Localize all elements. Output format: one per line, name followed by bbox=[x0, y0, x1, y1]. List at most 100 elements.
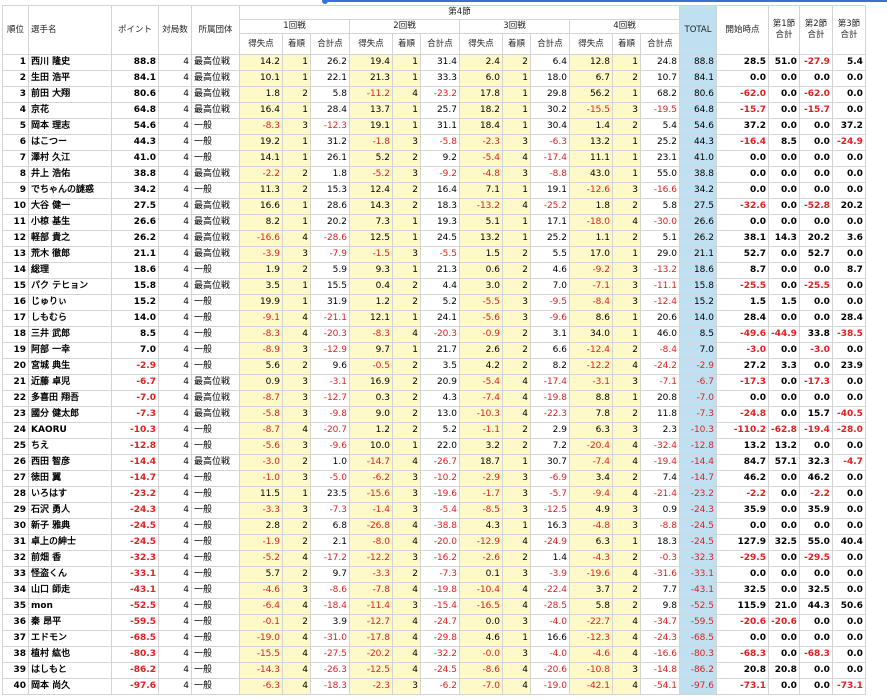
cell-sec1-total[interactable]: 21.0 bbox=[768, 598, 800, 615]
cell-group[interactable]: 一般 bbox=[191, 310, 240, 327]
cell-total[interactable]: -52.5 bbox=[679, 598, 717, 615]
cell-player-name[interactable]: 多喜田 翔吾 bbox=[28, 390, 112, 407]
cell-r2-score[interactable]: -20.2 bbox=[349, 646, 393, 663]
cell-r2-score[interactable]: 0.4 bbox=[349, 278, 393, 295]
cell-rank[interactable]: 21 bbox=[2, 374, 29, 391]
cell-r2-total[interactable]: 18.3 bbox=[420, 198, 460, 215]
cell-sec1-total[interactable]: 0.0 bbox=[768, 486, 800, 503]
col-name[interactable]: 選手名 bbox=[28, 5, 112, 55]
cell-player-name[interactable]: 近藤 卓児 bbox=[28, 374, 112, 391]
cell-total[interactable]: -12.8 bbox=[679, 438, 717, 455]
cell-rank[interactable]: 17 bbox=[2, 310, 29, 327]
cell-player-name[interactable]: 卓上の紳士 bbox=[28, 534, 112, 551]
cell-r3-total[interactable]: 2.9 bbox=[530, 422, 570, 439]
cell-r2-score[interactable]: 19.1 bbox=[349, 118, 393, 135]
sub-total[interactable]: 合計点 bbox=[530, 33, 570, 55]
sub-place[interactable]: 着順 bbox=[612, 33, 641, 55]
cell-total[interactable]: 64.8 bbox=[679, 102, 717, 119]
cell-r1-total[interactable]: 31.2 bbox=[310, 134, 350, 151]
cell-r3-place[interactable]: 4 bbox=[502, 534, 531, 551]
sub-score[interactable]: 得失点 bbox=[239, 33, 283, 55]
cell-sec1-total[interactable]: 13.2 bbox=[768, 438, 800, 455]
cell-r2-place[interactable]: 3 bbox=[392, 134, 421, 151]
cell-rank[interactable]: 15 bbox=[2, 278, 29, 295]
cell-r2-total[interactable]: 9.2 bbox=[420, 150, 460, 167]
section-header[interactable]: 第4節 bbox=[239, 5, 680, 20]
cell-start-point[interactable]: 127.9 bbox=[716, 534, 769, 551]
cell-sec2-total[interactable]: 0.0 bbox=[798, 166, 833, 183]
sub-score[interactable]: 得失点 bbox=[569, 33, 613, 55]
cell-r3-total[interactable]: -9.6 bbox=[530, 310, 570, 327]
cell-r1-score[interactable]: -4.6 bbox=[239, 582, 283, 599]
cell-r3-total[interactable]: 1.4 bbox=[530, 550, 570, 567]
cell-r3-total[interactable]: 29.8 bbox=[530, 86, 570, 103]
cell-r1-total[interactable]: -27.5 bbox=[310, 646, 350, 663]
cell-r2-place[interactable]: 1 bbox=[392, 438, 421, 455]
cell-total[interactable]: -14.4 bbox=[679, 454, 717, 471]
cell-r2-place[interactable]: 3 bbox=[392, 470, 421, 487]
cell-match-count[interactable]: 4 bbox=[158, 454, 192, 471]
cell-group[interactable]: 最高位戦 bbox=[191, 86, 240, 103]
cell-match-count[interactable]: 4 bbox=[158, 614, 192, 631]
cell-points[interactable]: 54.6 bbox=[111, 118, 159, 135]
cell-sec3-total[interactable]: 0.0 bbox=[831, 470, 866, 487]
cell-r4-score[interactable]: 8.6 bbox=[569, 310, 613, 327]
cell-r2-total[interactable]: -15.4 bbox=[420, 598, 460, 615]
cell-r4-score[interactable]: -4.6 bbox=[569, 646, 613, 663]
cell-r4-score[interactable]: 1.1 bbox=[569, 230, 613, 247]
cell-r4-score[interactable]: -3.1 bbox=[569, 374, 613, 391]
cell-total[interactable]: 88.8 bbox=[679, 54, 717, 71]
cell-points[interactable]: 15.2 bbox=[111, 294, 159, 311]
cell-sec3-total[interactable]: 3.6 bbox=[831, 230, 866, 247]
cell-r1-total[interactable]: -8.6 bbox=[310, 582, 350, 599]
cell-start-point[interactable]: -20.6 bbox=[716, 614, 769, 631]
cell-r2-score[interactable]: -8.3 bbox=[349, 326, 393, 343]
cell-r2-place[interactable]: 2 bbox=[392, 294, 421, 311]
cell-player-name[interactable]: 井上 浩佑 bbox=[28, 166, 112, 183]
cell-r2-total[interactable]: -23.2 bbox=[420, 86, 460, 103]
cell-r3-total[interactable]: -12.5 bbox=[530, 502, 570, 519]
cell-r1-place[interactable]: 3 bbox=[282, 390, 311, 407]
cell-r2-score[interactable]: 1.2 bbox=[349, 294, 393, 311]
cell-r2-place[interactable]: 3 bbox=[392, 502, 421, 519]
cell-r4-score[interactable]: -9.4 bbox=[569, 486, 613, 503]
cell-r2-place[interactable]: 1 bbox=[392, 230, 421, 247]
cell-r2-score[interactable]: -12.7 bbox=[349, 614, 393, 631]
cell-match-count[interactable]: 4 bbox=[158, 502, 192, 519]
cell-start-point[interactable]: 37.2 bbox=[716, 118, 769, 135]
cell-start-point[interactable]: -24.8 bbox=[716, 406, 769, 423]
cell-group[interactable]: 最高位戦 bbox=[191, 70, 240, 87]
cell-start-point[interactable]: -62.0 bbox=[716, 86, 769, 103]
cell-r4-total[interactable]: 46.0 bbox=[640, 326, 680, 343]
cell-r3-total[interactable]: 4.6 bbox=[530, 262, 570, 279]
cell-r1-score[interactable]: -3.3 bbox=[239, 502, 283, 519]
cell-r3-score[interactable]: -8.5 bbox=[459, 502, 503, 519]
cell-group[interactable]: 一般 bbox=[191, 630, 240, 647]
cell-match-count[interactable]: 4 bbox=[158, 326, 192, 343]
cell-r4-score[interactable]: -18.0 bbox=[569, 214, 613, 231]
cell-r1-score[interactable]: 1.8 bbox=[239, 86, 283, 103]
cell-r2-place[interactable]: 1 bbox=[392, 342, 421, 359]
cell-r1-place[interactable]: 4 bbox=[282, 646, 311, 663]
cell-r4-total[interactable]: 2.3 bbox=[640, 422, 680, 439]
cell-r2-total[interactable]: 5.2 bbox=[420, 294, 460, 311]
cell-total[interactable]: -24.5 bbox=[679, 518, 717, 535]
cell-r1-score[interactable]: -3.0 bbox=[239, 454, 283, 471]
cell-r3-total[interactable]: 6.4 bbox=[530, 54, 570, 71]
cell-rank[interactable]: 18 bbox=[2, 326, 29, 343]
cell-r1-place[interactable]: 4 bbox=[282, 422, 311, 439]
cell-sec2-total[interactable]: 0.0 bbox=[798, 214, 833, 231]
cell-r3-total[interactable]: -4.0 bbox=[530, 646, 570, 663]
cell-r3-total[interactable]: -20.6 bbox=[530, 662, 570, 679]
cell-r2-total[interactable]: 21.7 bbox=[420, 342, 460, 359]
cell-rank[interactable]: 20 bbox=[2, 358, 29, 375]
cell-group[interactable]: 一般 bbox=[191, 294, 240, 311]
cell-r4-place[interactable]: 1 bbox=[612, 246, 641, 263]
cell-r1-place[interactable]: 4 bbox=[282, 662, 311, 679]
cell-sec3-total[interactable]: 23.9 bbox=[831, 358, 866, 375]
cell-sec3-total[interactable]: 0.0 bbox=[831, 438, 866, 455]
cell-r2-place[interactable]: 2 bbox=[392, 278, 421, 295]
cell-r1-score[interactable]: 11.5 bbox=[239, 486, 283, 503]
cell-match-count[interactable]: 4 bbox=[158, 406, 192, 423]
cell-r2-score[interactable]: 12.5 bbox=[349, 230, 393, 247]
